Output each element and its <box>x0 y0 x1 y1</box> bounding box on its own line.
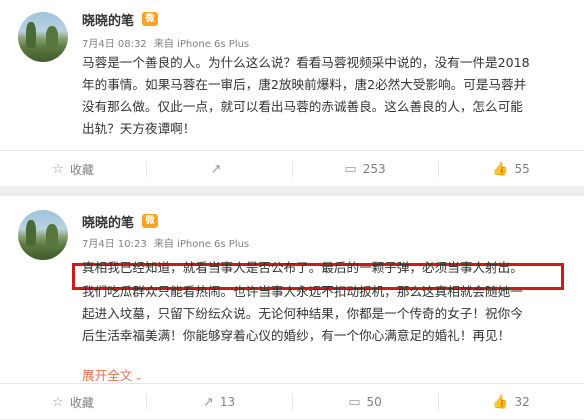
comment-icon: ▭ <box>348 394 361 410</box>
forward-button[interactable]: ↗ 13 <box>146 384 292 420</box>
comment-icon: ▭ <box>344 161 357 177</box>
vip-badge-icon: 微 <box>142 214 158 228</box>
avatar[interactable] <box>18 12 68 62</box>
post-time[interactable]: 7月4日 10:23 <box>82 239 147 250</box>
author-name[interactable]: 晓晓的笔 <box>82 212 134 231</box>
expand-label: 展开全文 <box>82 368 133 383</box>
action-bar: ☆ 收藏 ↗ 13 ▭ 50 👍 32 <box>0 383 584 420</box>
post-text-line: 年的事情。如果马蓉在一审后，唐2放映前爆料，唐2必然大受影响。可是马蓉并 <box>82 77 527 92</box>
star-icon: ☆ <box>52 394 64 410</box>
weibo-post-2: 晓晓的笔 微 7月4日 10:23 来自 iPhone 6s Plus 真相我已… <box>0 196 584 419</box>
favorite-button[interactable]: ☆ 收藏 <box>0 151 146 187</box>
comment-button[interactable]: ▭ 253 <box>292 151 438 187</box>
post-text-line: 马蓉是一个善良的人。为什么这么说？看看马蓉视频采中说的，没有一件是2018 <box>82 55 530 70</box>
post-source: 来自 iPhone 6s Plus <box>153 39 250 50</box>
avatar[interactable] <box>18 210 68 260</box>
favorite-label: 收藏 <box>69 395 94 410</box>
comment-count: 50 <box>366 395 382 409</box>
post-source: 来自 iPhone 6s Plus <box>153 239 250 250</box>
thumbs-up-icon: 👍 <box>492 394 509 410</box>
favorite-label: 收藏 <box>69 162 94 177</box>
favorite-button[interactable]: ☆ 收藏 <box>0 384 146 420</box>
like-button[interactable]: 👍 32 <box>438 384 584 420</box>
post-text-line: 起进入坟墓，只留下纷纭众说。无论何种结果，你都是一个传奇的女子！祝你今 <box>82 306 523 321</box>
vip-badge-icon: 微 <box>142 12 158 26</box>
comment-count: 253 <box>362 162 386 176</box>
post-time[interactable]: 7月4日 08:32 <box>82 39 147 50</box>
post-meta: 7月4日 08:32 来自 iPhone 6s Plus <box>82 35 253 50</box>
like-button[interactable]: 👍 55 <box>438 151 584 187</box>
like-count: 55 <box>514 162 530 176</box>
thumbs-up-icon: 👍 <box>492 161 509 177</box>
post-text-line: 没有那么做。仅此一点，就可以看出马蓉的赤诚善良。这么善良的人，怎么可能 <box>82 99 523 114</box>
post-text-line: 后生活幸福美满！你能够穿着心仪的婚纱，有一个你心满意足的婚礼！再见！ <box>82 328 511 343</box>
like-count: 32 <box>514 395 530 409</box>
author-name[interactable]: 晓晓的笔 <box>82 10 134 29</box>
forward-icon: ↗ <box>202 394 214 410</box>
comment-button[interactable]: ▭ 50 <box>292 384 438 420</box>
post-meta: 7月4日 10:23 来自 iPhone 6s Plus <box>82 235 253 250</box>
chevron-down-icon: ⌄ <box>134 372 143 383</box>
forward-button[interactable]: ↗ <box>146 151 292 187</box>
action-bar: ☆ 收藏 ↗ ▭ 253 👍 55 <box>0 150 584 187</box>
forward-icon: ↗ <box>210 161 222 177</box>
forward-count: 13 <box>219 395 236 409</box>
post-text-line: 我们吃瓜群众只能看热闹。也许当事人永远不扣动扳机，那么这真相就会随她一 <box>82 284 523 299</box>
post-body: 真相我已经知道，就看当事人是否公布了。最后的一颗子弹，必须当事人射出。 我们吃瓜… <box>82 257 578 347</box>
post-body: 马蓉是一个善良的人。为什么这么说？看看马蓉视频采中说的，没有一件是2018 年的… <box>82 52 578 140</box>
expand-full-text-link[interactable]: 展开全文 ⌄ <box>82 365 143 384</box>
post-text-line: 出轨？天方夜谭啊！ <box>82 121 196 136</box>
star-icon: ☆ <box>52 161 64 177</box>
weibo-post-1: 晓晓的笔 微 7月4日 08:32 来自 iPhone 6s Plus 马蓉是一… <box>0 0 584 186</box>
highlighted-text-line: 真相我已经知道，就看当事人是否公布了。最后的一颗子弹，必须当事人射出。 <box>82 260 523 275</box>
